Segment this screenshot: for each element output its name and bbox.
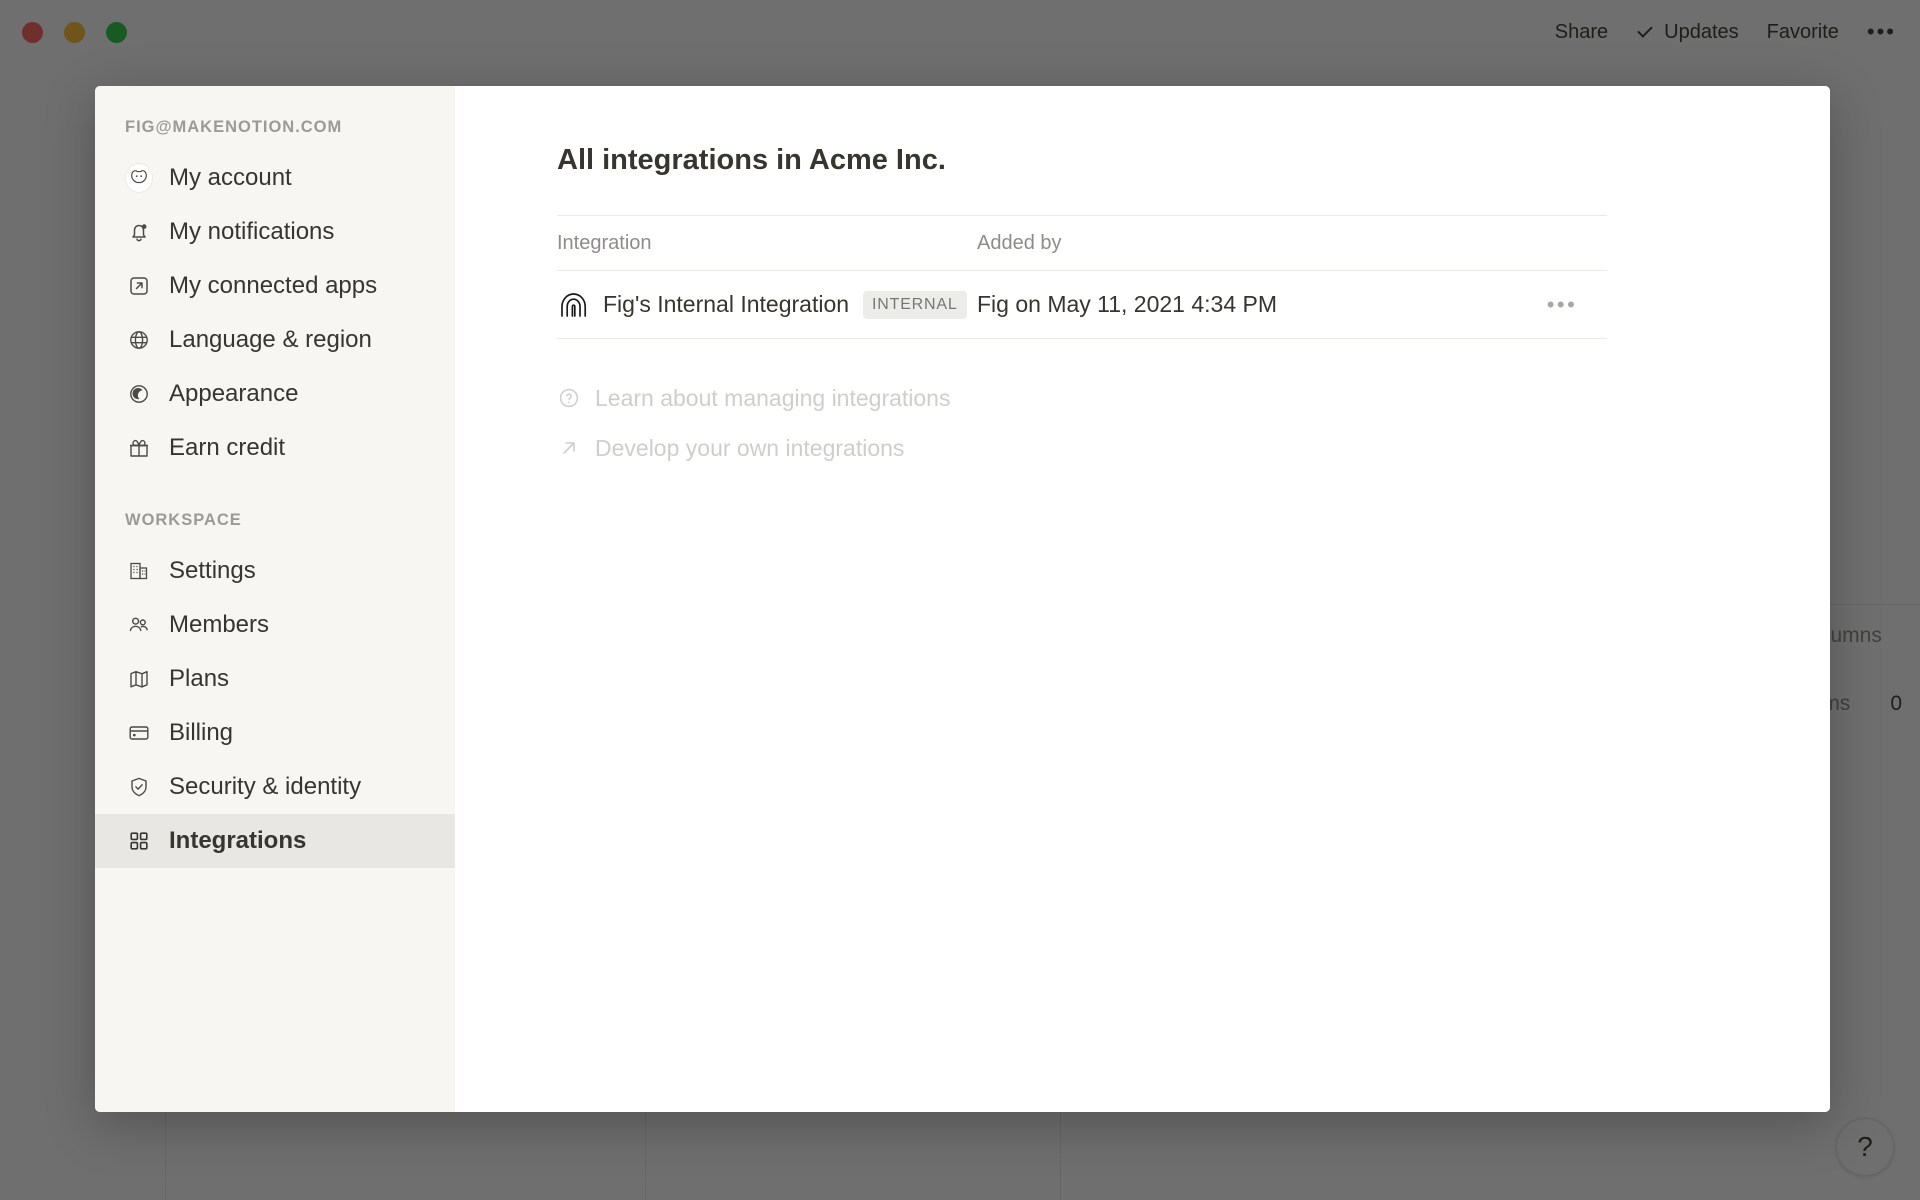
row-more-options-button[interactable]: ••• xyxy=(1517,292,1607,318)
integration-cell: Fig's Internal Integration INTERNAL xyxy=(557,289,977,321)
sidebar-item-label: My connected apps xyxy=(169,272,377,300)
sidebar-item-my-account[interactable]: My account xyxy=(95,151,455,205)
settings-modal: FIG@MAKENOTION.COM My account xyxy=(95,86,1830,1112)
sidebar-item-label: Integrations xyxy=(169,827,306,855)
arrow-up-right-icon xyxy=(557,436,581,460)
sidebar-item-label: My account xyxy=(169,164,292,192)
workspace-section-label: WORKSPACE xyxy=(95,475,455,544)
avatar-icon xyxy=(125,164,153,192)
status-badge: INTERNAL xyxy=(863,291,967,319)
sidebar-item-security-identity[interactable]: Security & identity xyxy=(95,760,455,814)
sidebar-item-label: Appearance xyxy=(169,380,298,408)
link-label: Develop your own integrations xyxy=(595,435,904,462)
people-icon xyxy=(125,611,153,639)
develop-your-own-integrations-link[interactable]: Develop your own integrations xyxy=(557,423,1830,473)
integrations-panel: All integrations in Acme Inc. Integratio… xyxy=(455,86,1830,1112)
settings-sidebar: FIG@MAKENOTION.COM My account xyxy=(95,86,455,1112)
table-row[interactable]: Fig's Internal Integration INTERNAL Fig … xyxy=(557,271,1607,339)
sidebar-item-appearance[interactable]: Appearance xyxy=(95,367,455,421)
sidebar-item-label: Settings xyxy=(169,557,256,585)
globe-icon xyxy=(125,326,153,354)
sidebar-item-my-notifications[interactable]: My notifications xyxy=(95,205,455,259)
sidebar-item-integrations[interactable]: Integrations xyxy=(95,814,455,868)
link-label: Learn about managing integrations xyxy=(595,385,950,412)
credit-card-icon xyxy=(125,719,153,747)
sidebar-item-label: Members xyxy=(169,611,269,639)
column-header-added-by: Added by xyxy=(977,232,1517,255)
rainbow-arch-icon xyxy=(557,289,589,321)
sidebar-item-label: Earn credit xyxy=(169,434,285,462)
account-section-label: FIG@MAKENOTION.COM xyxy=(95,118,455,151)
grid-icon xyxy=(125,827,153,855)
sidebar-item-language-region[interactable]: Language & region xyxy=(95,313,455,367)
integration-name: Fig's Internal Integration xyxy=(603,291,849,318)
sidebar-item-plans[interactable]: Plans xyxy=(95,652,455,706)
sidebar-item-members[interactable]: Members xyxy=(95,598,455,652)
integrations-table: Integration Added by Fig's Internal Inte… xyxy=(557,215,1607,339)
sidebar-item-earn-credit[interactable]: Earn credit xyxy=(95,421,455,475)
sidebar-item-billing[interactable]: Billing xyxy=(95,706,455,760)
external-link-icon xyxy=(125,272,153,300)
sidebar-item-settings[interactable]: Settings xyxy=(95,544,455,598)
page-title: All integrations in Acme Inc. xyxy=(557,144,1830,177)
shield-check-icon xyxy=(125,773,153,801)
column-header-integration: Integration xyxy=(557,232,977,255)
added-by-cell: Fig on May 11, 2021 4:34 PM xyxy=(977,291,1517,318)
map-icon xyxy=(125,665,153,693)
bell-icon xyxy=(125,218,153,246)
learn-about-managing-integrations-link[interactable]: Learn about managing integrations xyxy=(557,373,1830,423)
gift-icon xyxy=(125,434,153,462)
help-links: Learn about managing integrations Develo… xyxy=(557,373,1830,473)
table-header-row: Integration Added by xyxy=(557,215,1607,271)
sidebar-item-label: Billing xyxy=(169,719,233,747)
building-icon xyxy=(125,557,153,585)
question-circle-icon xyxy=(557,386,581,410)
sidebar-item-my-connected-apps[interactable]: My connected apps xyxy=(95,259,455,313)
sidebar-item-label: Security & identity xyxy=(169,773,361,801)
sidebar-item-label: Plans xyxy=(169,665,229,693)
moon-icon xyxy=(125,380,153,408)
sidebar-item-label: My notifications xyxy=(169,218,334,246)
sidebar-item-label: Language & region xyxy=(169,326,372,354)
